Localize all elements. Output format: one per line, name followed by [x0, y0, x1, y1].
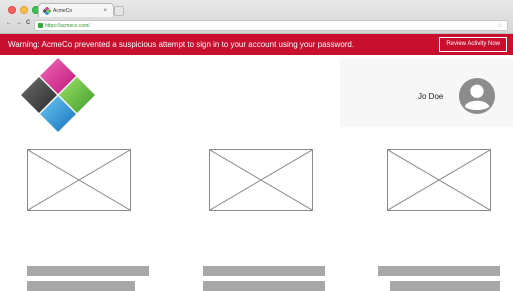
- warning-banner: Warning: AcmeCo prevented a suspicious a…: [0, 34, 513, 55]
- username[interactable]: Jo Doe: [418, 92, 443, 101]
- text-placeholder: [378, 266, 500, 276]
- tab-close-icon[interactable]: ×: [103, 4, 107, 18]
- address-bar[interactable]: https://acmeco.com/ ☆: [34, 20, 508, 31]
- forward-icon[interactable]: →: [16, 20, 22, 26]
- avatar-icon[interactable]: [458, 77, 496, 115]
- warning-message: Warning: AcmeCo prevented a suspicious a…: [8, 40, 355, 49]
- nav-buttons: ← → C: [6, 20, 30, 26]
- browser-chrome: AcmeCo × ← → C https://acmeco.com/ ☆: [0, 0, 513, 34]
- image-placeholder-1: [27, 149, 131, 211]
- bookmark-star-icon[interactable]: ☆: [498, 21, 503, 31]
- browser-tab[interactable]: AcmeCo ×: [38, 3, 114, 17]
- new-tab-button[interactable]: [114, 6, 124, 16]
- image-placeholder-icon: [210, 150, 312, 210]
- image-placeholder-2: [209, 149, 313, 211]
- tab-title: AcmeCo: [53, 8, 73, 14]
- back-icon[interactable]: ←: [6, 20, 12, 26]
- text-placeholder: [27, 281, 135, 291]
- acmeco-logo[interactable]: [20, 56, 100, 136]
- url-text: https://acmeco.com/: [45, 23, 90, 29]
- text-placeholder: [390, 281, 500, 291]
- window-controls: [8, 6, 40, 14]
- text-placeholder: [203, 266, 325, 276]
- favicon-icon: [43, 7, 51, 15]
- image-placeholder-icon: [388, 150, 490, 210]
- minimize-window-icon[interactable]: [20, 6, 28, 14]
- close-window-icon[interactable]: [8, 6, 16, 14]
- review-activity-button[interactable]: Review Activity Now: [439, 37, 507, 52]
- text-placeholder: [27, 266, 149, 276]
- image-placeholder-3: [387, 149, 491, 211]
- text-placeholder: [203, 281, 325, 291]
- reload-icon[interactable]: C: [26, 20, 30, 26]
- image-placeholder-icon: [28, 150, 130, 210]
- lock-icon: [38, 23, 43, 28]
